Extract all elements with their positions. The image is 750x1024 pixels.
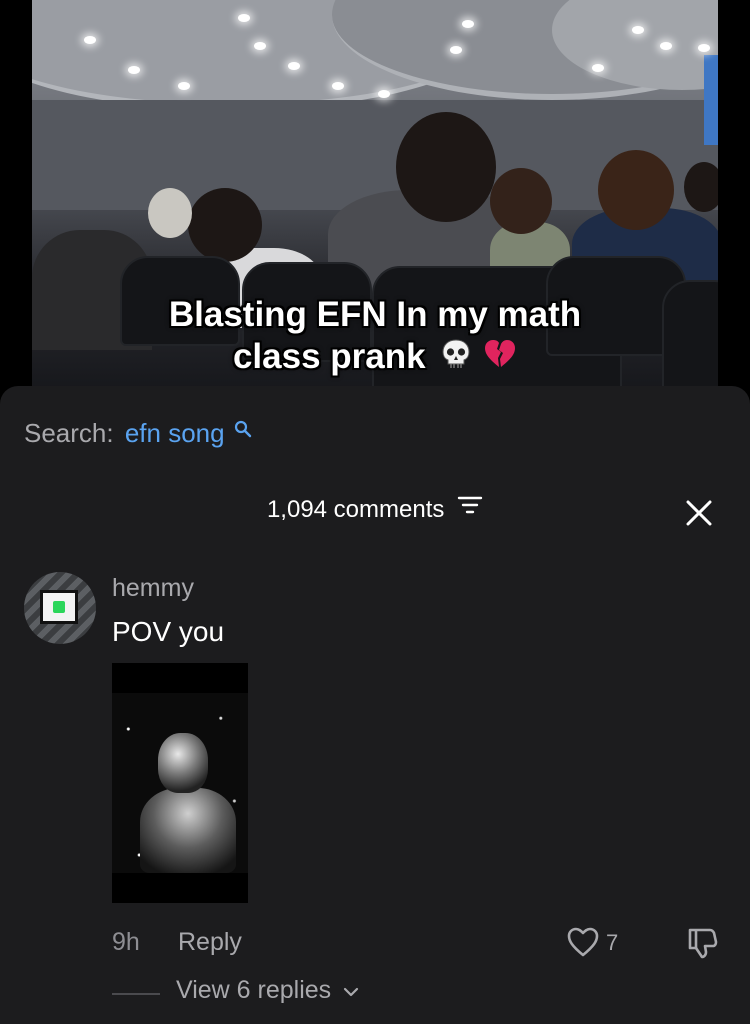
video-caption: Blasting EFN In my math class prank xyxy=(0,294,750,381)
view-replies-button[interactable]: View 6 replies xyxy=(176,976,360,1005)
ceiling-light xyxy=(288,62,300,70)
comments-count: 1,094 comments xyxy=(266,496,445,523)
ceiling-light xyxy=(462,20,474,28)
comments-sheet: Search: efn song 1,094 comments hemmy PO… xyxy=(0,386,750,1024)
ceiling-light xyxy=(698,44,710,52)
ceiling-light xyxy=(128,66,140,74)
wall-accent xyxy=(704,55,718,145)
student-head xyxy=(490,168,552,234)
filter-icon[interactable] xyxy=(457,494,483,523)
student-head xyxy=(684,162,718,212)
comment-username[interactable]: hemmy xyxy=(112,574,194,603)
ceiling-light xyxy=(592,64,604,72)
comments-header: 1,094 comments xyxy=(0,496,750,524)
ceiling-light xyxy=(660,42,672,50)
student-head xyxy=(396,112,496,222)
ceiling-light xyxy=(178,82,190,90)
student-head xyxy=(598,150,674,230)
skull-icon xyxy=(439,337,473,381)
search-suggestion[interactable]: Search: efn song xyxy=(24,418,252,449)
student-head xyxy=(148,188,192,238)
avatar-emblem xyxy=(40,590,78,624)
like-count: 7 xyxy=(606,930,619,955)
search-icon[interactable] xyxy=(234,416,252,447)
student-head xyxy=(188,188,262,262)
comment-text: POV you xyxy=(112,616,225,647)
ceiling-light xyxy=(632,26,644,34)
figure-body xyxy=(140,788,236,873)
dislike-icon[interactable] xyxy=(684,926,720,967)
comment-time: 9h xyxy=(112,928,140,956)
chevron-down-icon xyxy=(342,976,360,1005)
avatar[interactable] xyxy=(24,572,96,644)
close-icon[interactable] xyxy=(684,498,714,528)
avatar-dot xyxy=(53,601,65,613)
ceiling-light xyxy=(254,42,266,50)
search-term-link[interactable]: efn song xyxy=(125,418,225,448)
broken-heart-icon xyxy=(483,337,517,381)
ceiling-light xyxy=(378,90,390,98)
ceiling-light xyxy=(332,82,344,90)
search-label: Search: xyxy=(24,418,114,448)
ceiling-light xyxy=(238,14,250,22)
ceiling-light xyxy=(450,46,462,54)
comment-meta: 9h Reply 7 xyxy=(112,926,732,966)
heart-icon[interactable] xyxy=(566,926,600,965)
figure-head xyxy=(158,733,208,793)
view-replies-label: View 6 replies xyxy=(176,976,332,1004)
reply-button[interactable]: Reply xyxy=(178,928,242,957)
comment-image[interactable] xyxy=(112,663,248,903)
replies-divider xyxy=(112,993,160,995)
caption-line-1: Blasting EFN In my math xyxy=(168,295,582,334)
ceiling-light xyxy=(84,36,96,44)
caption-line-2: class prank xyxy=(232,337,426,376)
